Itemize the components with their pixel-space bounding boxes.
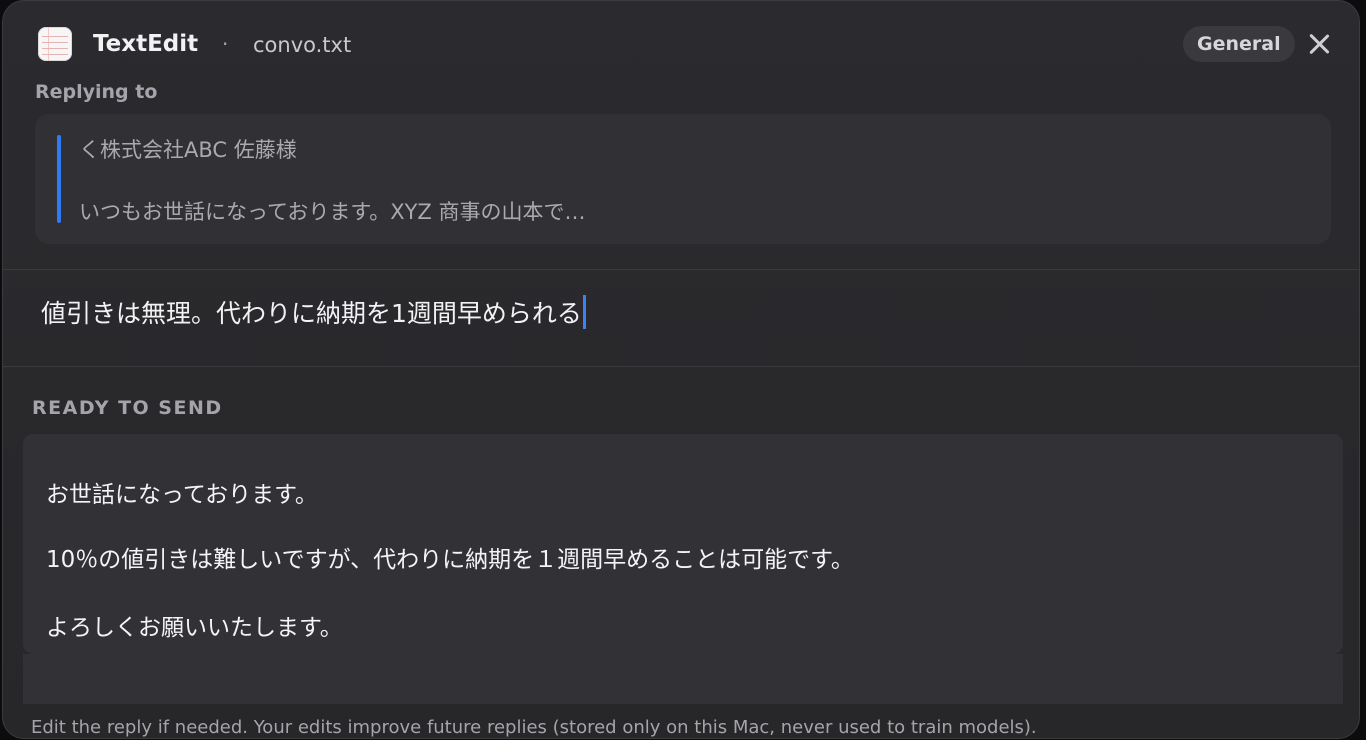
- footer-note: Edit the reply if needed. Your edits imp…: [31, 717, 1037, 738]
- reply-window: TextEdit · convo.txt General Replying to…: [2, 0, 1360, 739]
- divider: [3, 269, 1359, 270]
- close-icon[interactable]: [1306, 31, 1332, 57]
- quoted-snippet: いつもお世話になっております。XYZ 商事の山本で…: [79, 200, 586, 224]
- textedit-app-icon: [38, 27, 72, 61]
- file-name: convo.txt: [253, 33, 352, 57]
- quoted-message: く株式会社ABC 佐藤様 いつもお世話になっております。XYZ 商事の山本で…: [35, 114, 1331, 244]
- replying-to-label: Replying to: [35, 81, 158, 103]
- window-header: TextEdit · convo.txt General: [3, 1, 1359, 87]
- category-tag[interactable]: General: [1183, 26, 1295, 62]
- title-separator: ·: [222, 32, 229, 56]
- ready-to-send-label: READY TO SEND: [32, 397, 223, 419]
- reply-instruction-input[interactable]: 値引きは無理。代わりに納期を1週間早められる: [41, 294, 586, 332]
- generated-reply-editor[interactable]: お世話になっております。 10％の値引きは難しいですが、代わりに納期を１週間早め…: [23, 434, 1343, 654]
- divider: [3, 366, 1359, 367]
- reply-line: お世話になっております。: [46, 482, 318, 508]
- reply-line: よろしくお願いいたします。: [46, 615, 343, 641]
- reply-instruction-text: 値引きは無理。代わりに納期を1週間早められる: [41, 299, 582, 328]
- quoted-subject: く株式会社ABC 佐藤様: [79, 138, 297, 162]
- text-caret: [582, 295, 586, 329]
- reply-editor-padding: [23, 654, 1343, 704]
- app-name: TextEdit: [93, 31, 199, 57]
- quote-accent-bar: [57, 135, 61, 223]
- reply-line: 10％の値引きは難しいですが、代わりに納期を１週間早めることは可能です。: [46, 547, 854, 573]
